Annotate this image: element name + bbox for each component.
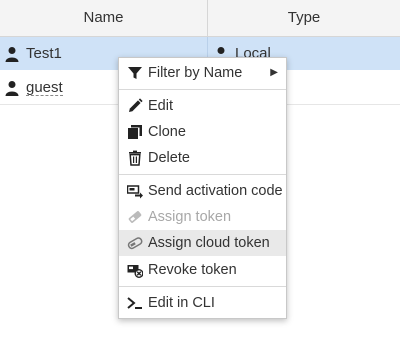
menu-item-label: Revoke token <box>148 262 237 278</box>
menu-item-assign-token[interactable]: Assign token <box>119 204 286 230</box>
filter-icon <box>127 65 143 81</box>
send-code-icon <box>127 183 143 199</box>
menu-item-assign-cloud-token[interactable]: Assign cloud token <box>119 230 286 256</box>
menu-item-edit-in-cli[interactable]: Edit in CLI <box>119 290 286 316</box>
clone-icon <box>127 124 143 140</box>
token-icon <box>127 209 143 225</box>
context-menu: Filter by Name ▶ Edit Clone Delete Send … <box>118 57 287 319</box>
name-cell: Test1 <box>4 37 62 70</box>
pencil-icon <box>127 98 143 114</box>
menu-item-label: Edit in CLI <box>148 295 215 311</box>
menu-item-revoke-token[interactable]: Revoke token <box>119 257 286 283</box>
cloud-token-icon <box>127 235 143 251</box>
user-name: guest <box>26 79 63 96</box>
table-header: Name Type <box>0 0 400 37</box>
menu-item-edit[interactable]: Edit <box>119 93 286 119</box>
menu-item-filter-by-name[interactable]: Filter by Name ▶ <box>119 60 286 86</box>
trash-icon <box>127 150 143 166</box>
user-icon <box>4 46 20 63</box>
cli-icon <box>127 295 143 311</box>
menu-item-label: Delete <box>148 150 190 166</box>
user-icon <box>4 80 20 97</box>
column-header-name[interactable]: Name <box>0 0 208 36</box>
revoke-token-icon <box>127 262 143 278</box>
submenu-arrow-icon: ▶ <box>270 67 278 78</box>
menu-item-label: Clone <box>148 124 186 140</box>
menu-separator <box>119 286 286 287</box>
menu-item-label: Filter by Name <box>148 65 243 81</box>
menu-item-clone[interactable]: Clone <box>119 119 286 145</box>
user-name: Test1 <box>26 45 62 62</box>
menu-item-send-activation-code[interactable]: Send activation code <box>119 178 286 204</box>
name-cell: guest <box>4 71 63 104</box>
menu-item-label: Send activation code <box>148 183 283 199</box>
menu-item-label: Assign cloud token <box>148 235 270 251</box>
menu-separator <box>119 89 286 90</box>
menu-separator <box>119 174 286 175</box>
column-header-type[interactable]: Type <box>208 0 400 36</box>
menu-item-label: Edit <box>148 98 173 114</box>
menu-item-delete[interactable]: Delete <box>119 145 286 171</box>
menu-item-label: Assign token <box>148 209 232 225</box>
